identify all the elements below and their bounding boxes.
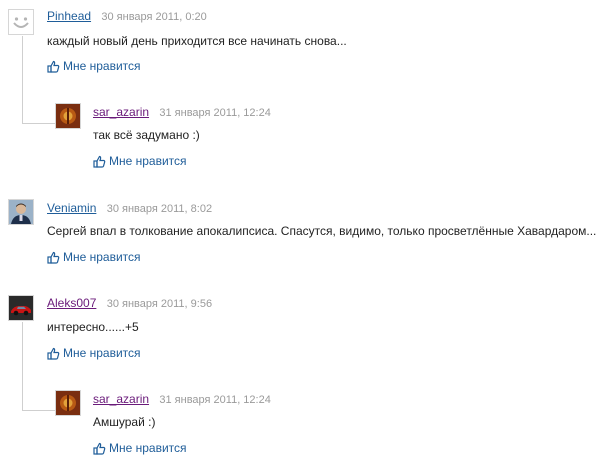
- avatar[interactable]: [8, 295, 34, 321]
- author-link[interactable]: Pinhead: [47, 9, 91, 23]
- author-link[interactable]: sar_azarin: [93, 392, 149, 406]
- thread-connector: [22, 36, 55, 124]
- comment-text: каждый новый день приходится все начинат…: [47, 34, 347, 48]
- like-button[interactable]: Мне нравится: [93, 441, 187, 455]
- author-link[interactable]: Aleks007: [47, 296, 96, 310]
- comment-text: интересно......+5: [47, 320, 139, 334]
- comment-date: 30 января 2011, 8:02: [106, 203, 213, 215]
- like-label: Мне нравится: [109, 441, 187, 455]
- author-link[interactable]: Veniamin: [47, 201, 96, 215]
- comment-date: 31 января 2011, 12:24: [159, 394, 271, 406]
- thread-connector: [22, 322, 55, 411]
- person-photo-icon: [9, 200, 33, 224]
- comment-date: 30 января 2011, 9:56: [106, 298, 213, 310]
- thumbs-up-icon: [93, 442, 106, 455]
- red-car-icon: [9, 296, 33, 320]
- avatar[interactable]: [55, 390, 81, 416]
- avatar[interactable]: [55, 103, 81, 129]
- comment-text: Амшурай :): [93, 415, 156, 429]
- comment-date: 31 января 2011, 12:24: [159, 107, 271, 119]
- thumbs-up-icon: [47, 251, 60, 264]
- like-button[interactable]: Мне нравится: [47, 346, 141, 360]
- comment-text: Сергей впал в толкование апокалипсиса. С…: [47, 224, 597, 238]
- like-label: Мне нравится: [109, 154, 187, 168]
- author-link[interactable]: sar_azarin: [93, 105, 149, 119]
- like-button[interactable]: Мне нравится: [93, 154, 187, 168]
- like-label: Мне нравится: [63, 59, 141, 73]
- smiley-icon: [13, 17, 29, 28]
- like-label: Мне нравится: [63, 346, 141, 360]
- avatar[interactable]: [8, 199, 34, 225]
- thumbs-up-icon: [93, 155, 106, 168]
- avatar[interactable]: [8, 9, 34, 35]
- comment-date: 30 января 2011, 0:20: [101, 11, 207, 23]
- like-button[interactable]: Мне нравится: [47, 250, 141, 264]
- comment-text: так всё задумано :): [93, 128, 200, 142]
- like-label: Мне нравится: [63, 250, 141, 264]
- emblem-icon: [56, 391, 80, 415]
- emblem-icon: [56, 104, 80, 128]
- like-button[interactable]: Мне нравится: [47, 59, 141, 73]
